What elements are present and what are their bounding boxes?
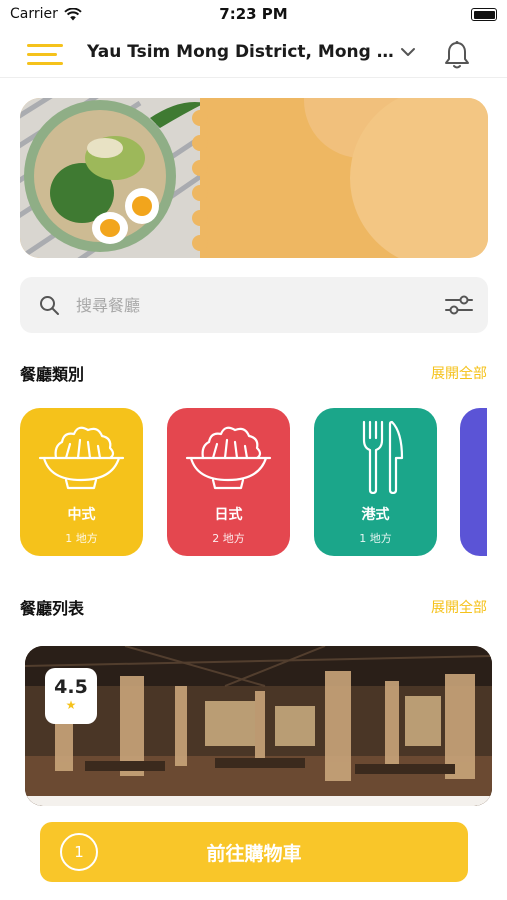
categories-title: 餐廳類別 xyxy=(20,365,85,384)
salad-bowl-icon xyxy=(185,426,272,490)
category-card-partial[interactable] xyxy=(460,408,487,556)
promo-banner[interactable] xyxy=(20,98,488,258)
status-time: 7:23 PM xyxy=(219,5,288,23)
banner-decor-circle xyxy=(350,98,488,258)
cart-button-label: 前往購物車 xyxy=(206,843,302,865)
location-selector[interactable]: Yau Tsim Mong District, Mong Kok, Hong K… xyxy=(87,42,397,62)
category-count: 2 地方 xyxy=(212,532,245,545)
category-count: 1 地方 xyxy=(359,532,392,545)
battery-icon xyxy=(471,8,497,21)
category-name: 中式 xyxy=(67,507,96,523)
category-carousel[interactable]: 中式 1 地方 日式 2 地方 港式 1 地方 xyxy=(20,408,487,558)
star-icon: ★ xyxy=(65,698,77,712)
filter-icon[interactable] xyxy=(444,293,474,317)
chevron-down-icon[interactable] xyxy=(400,46,416,58)
fork-knife-icon xyxy=(362,420,404,494)
category-count: 1 地方 xyxy=(65,532,98,545)
hamburger-menu-icon[interactable] xyxy=(27,44,63,66)
category-name: 港式 xyxy=(361,507,390,523)
status-bar: Carrier 7:23 PM xyxy=(0,0,507,30)
food-bowl-photo xyxy=(20,98,220,258)
search-input[interactable] xyxy=(76,291,416,319)
rating-badge: 4.5 ★ xyxy=(45,668,97,724)
restaurant-card[interactable]: 4.5 ★ xyxy=(25,646,492,806)
restaurant-interior-photo xyxy=(25,646,492,806)
search-bar xyxy=(20,277,488,333)
go-to-cart-button[interactable]: 1 前往購物車 xyxy=(40,822,468,882)
category-name: 日式 xyxy=(214,507,243,523)
app-header: Yau Tsim Mong District, Mong Kok, Hong K… xyxy=(0,30,507,78)
category-card-chinese[interactable]: 中式 1 地方 xyxy=(20,408,143,556)
category-card-hongkong[interactable]: 港式 1 地方 xyxy=(314,408,437,556)
restaurants-see-all-link[interactable]: 展開全部 xyxy=(431,597,487,617)
search-icon xyxy=(40,296,59,315)
restaurants-title: 餐廳列表 xyxy=(20,599,85,618)
categories-see-all-link[interactable]: 展開全部 xyxy=(431,363,487,383)
bell-icon[interactable] xyxy=(443,40,471,70)
category-card-japanese[interactable]: 日式 2 地方 xyxy=(167,408,290,556)
rating-value: 4.5 xyxy=(54,676,88,698)
salad-bowl-icon xyxy=(38,426,125,490)
